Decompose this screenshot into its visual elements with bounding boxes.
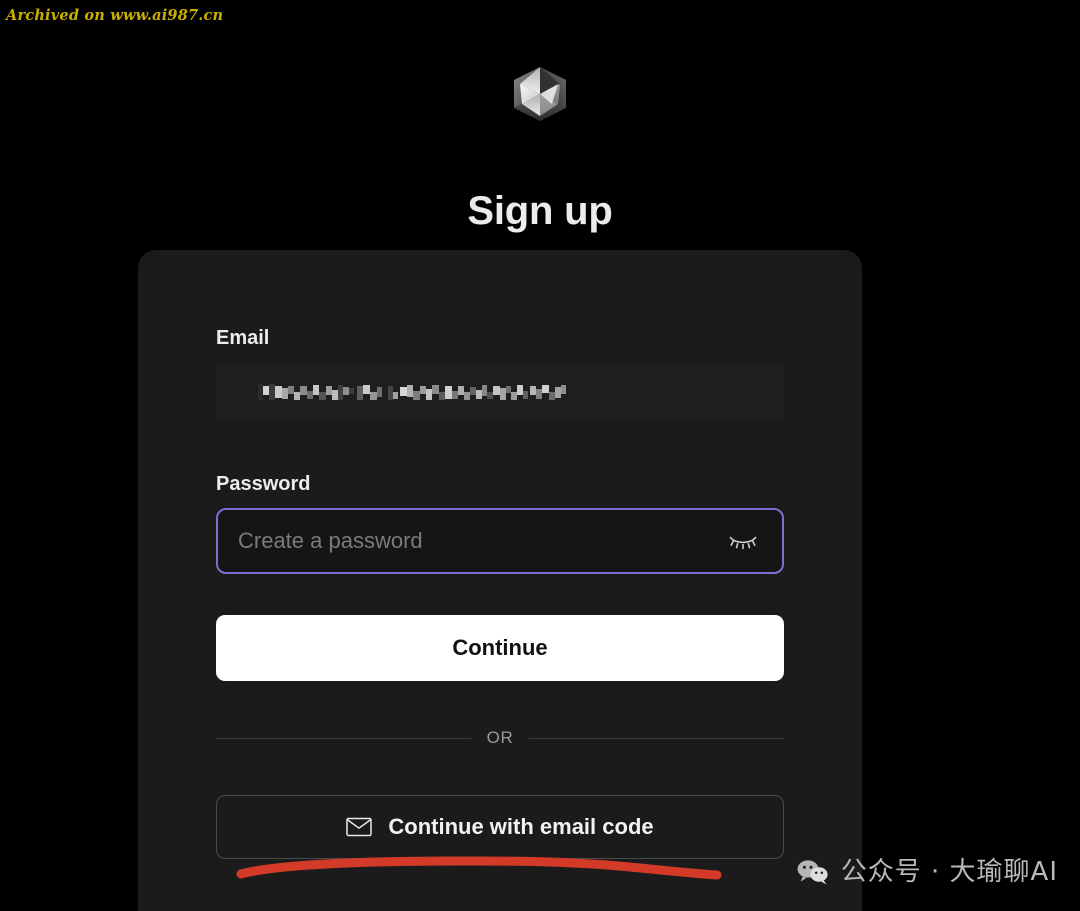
email-label: Email xyxy=(216,327,270,349)
continue-with-email-code-button[interactable]: Continue with email code xyxy=(216,795,784,859)
or-divider: OR xyxy=(216,725,785,751)
page-title: Sign up xyxy=(467,188,613,233)
wechat-label: 公众号 · 大瑜聊AI xyxy=(840,857,1058,887)
continue-button[interactable]: Continue xyxy=(216,615,784,681)
signup-card: Email Password Create a password Continu… xyxy=(138,250,862,911)
password-placeholder: Create a password xyxy=(238,528,423,553)
wechat-watermark: 公众号 · 大瑜聊AI xyxy=(796,857,1058,887)
signup-screen: Archived on www.ai987.cn Sign up Email P… xyxy=(0,0,1080,911)
password-input[interactable]: Create a password xyxy=(216,508,784,574)
continue-with-email-code-label: Continue with email code xyxy=(388,814,654,839)
brand-logo xyxy=(0,62,1080,126)
divider-rule-left xyxy=(216,737,471,739)
divider-label: OR xyxy=(486,728,514,747)
wechat-icon xyxy=(797,860,828,885)
archive-watermark: Archived on www.ai987.cn xyxy=(6,7,224,24)
cube-logo-icon xyxy=(514,67,566,121)
envelope-icon xyxy=(346,817,373,837)
email-value-redacted xyxy=(258,384,566,400)
divider-rule-right xyxy=(529,737,785,739)
eye-off-icon[interactable] xyxy=(726,524,760,558)
email-input[interactable] xyxy=(216,362,784,420)
password-label: Password xyxy=(216,473,311,495)
email-field-group: Email xyxy=(216,325,784,420)
password-field-group: Password Create a password xyxy=(216,471,784,574)
